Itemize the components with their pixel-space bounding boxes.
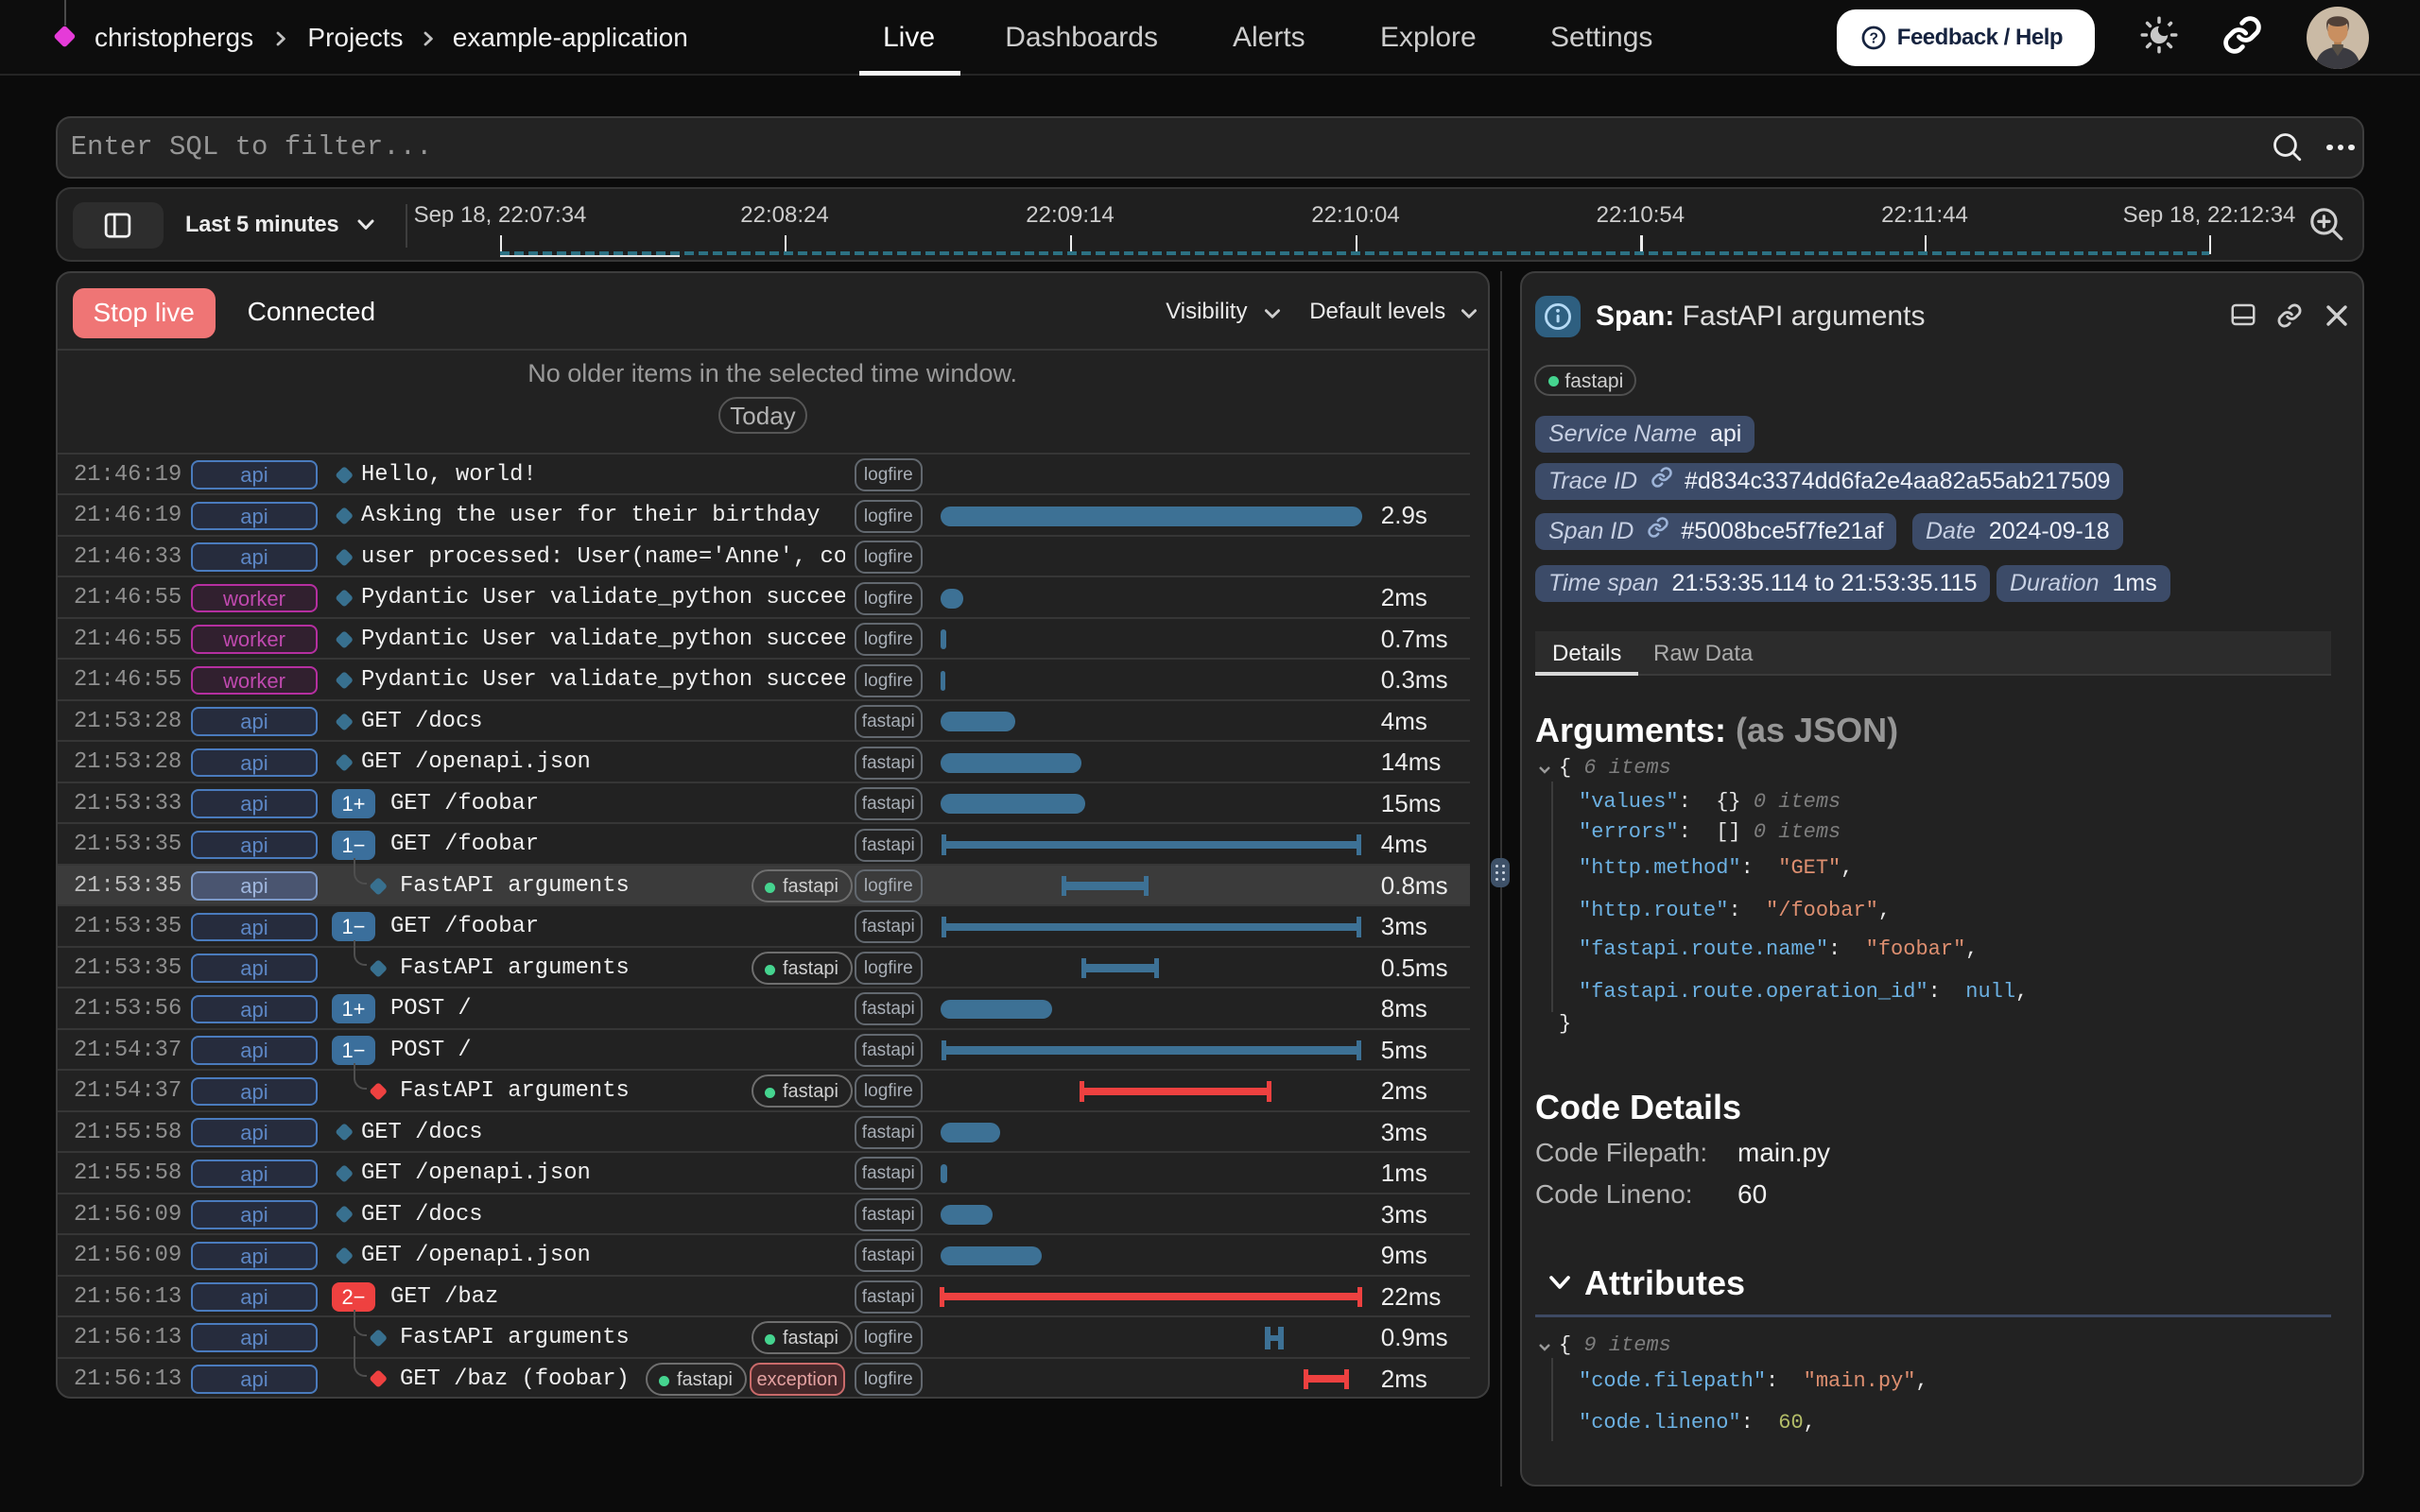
svg-text:?: ? — [1869, 31, 1877, 47]
